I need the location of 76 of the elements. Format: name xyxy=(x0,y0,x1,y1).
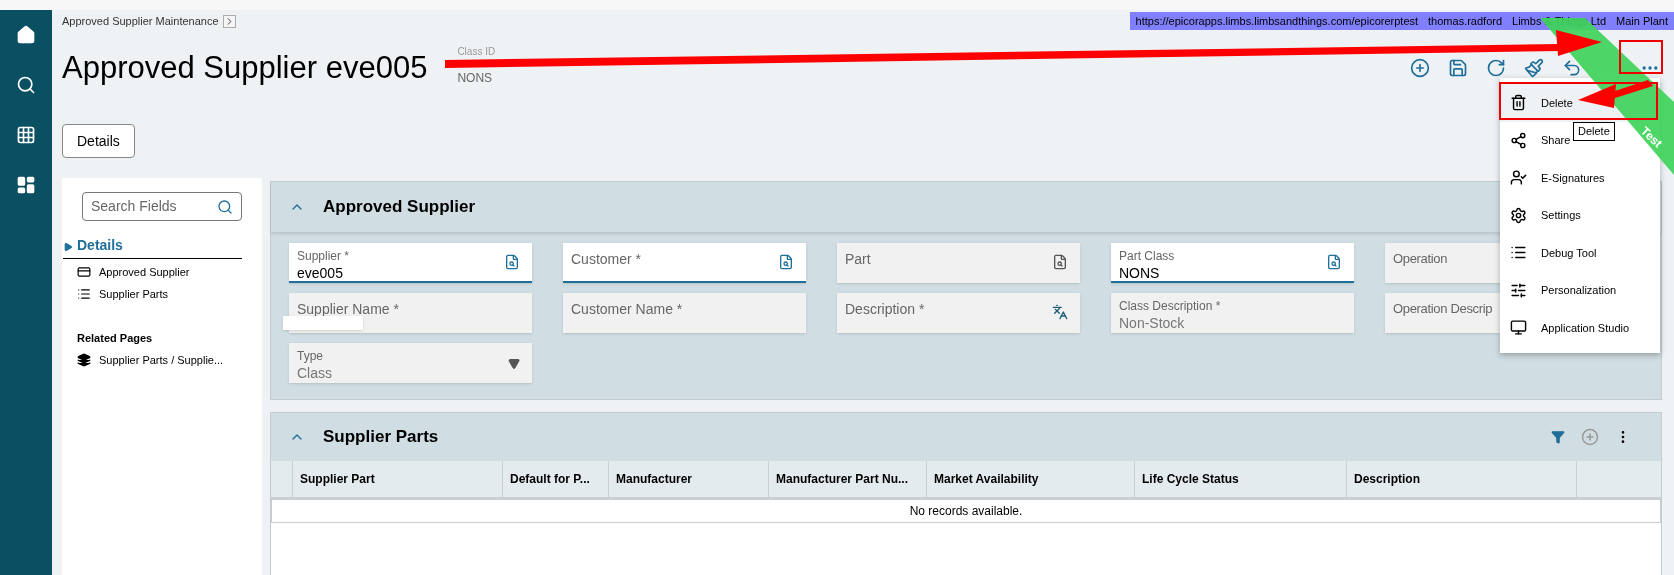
panel-title: Supplier Parts xyxy=(323,426,439,449)
lookup-icon[interactable] xyxy=(778,254,794,270)
settings-icon xyxy=(1510,206,1527,224)
section-link[interactable]: Supplier Parts xyxy=(99,285,169,302)
panel-title: Approved Supplier xyxy=(323,196,476,219)
page-title: Approved Supplier eve005 xyxy=(62,48,428,87)
column-header[interactable]: Manufacturer Part Nu... xyxy=(769,461,927,497)
input-field[interactable]: Supplier * eve005 xyxy=(289,243,532,283)
home-icon[interactable] xyxy=(16,25,36,45)
input-field[interactable]: Part Class NONS xyxy=(1111,243,1354,283)
menu-item[interactable]: Application Studio xyxy=(1500,309,1632,347)
field-label: Class Description * xyxy=(1119,298,1221,314)
input-field[interactable]: Customer * xyxy=(563,243,806,283)
dashboard-icon[interactable] xyxy=(16,175,36,195)
field-label: Customer * xyxy=(571,251,642,267)
empty-message: No records available. xyxy=(271,499,1661,523)
field-value: NONS xyxy=(457,69,494,87)
column-header[interactable]: Life Cycle Status xyxy=(1135,461,1347,497)
environment-info: Main Plant xyxy=(1616,13,1668,29)
menu-item[interactable]: Share xyxy=(1500,121,1573,159)
field-label: Description * xyxy=(845,301,925,317)
field-label: Operation xyxy=(1393,251,1448,267)
column-header[interactable]: Manufacturer xyxy=(609,461,769,497)
field-label: Part xyxy=(845,251,871,267)
tooltip: Delete xyxy=(1573,122,1615,141)
share-icon xyxy=(1510,131,1527,149)
environment-info: thomas.radford xyxy=(1428,13,1503,29)
search-icon[interactable] xyxy=(16,75,36,95)
undo-icon[interactable] xyxy=(1562,58,1582,78)
field-value: Class xyxy=(297,364,332,382)
breadcrumb-link[interactable]: Approved Supplier Maintenance xyxy=(62,12,219,30)
grid-icon[interactable] xyxy=(16,125,36,145)
brush-icon[interactable] xyxy=(1524,58,1544,78)
menu-item[interactable]: Personalization xyxy=(1500,271,1619,309)
details-button[interactable]: Details xyxy=(62,124,135,158)
lookup-icon[interactable] xyxy=(1326,254,1342,270)
menu-item[interactable]: Settings xyxy=(1500,196,1583,234)
section-link[interactable]: Approved Supplier xyxy=(99,264,190,281)
field-label: Supplier * xyxy=(297,248,350,264)
sliders-icon xyxy=(1510,281,1527,299)
current-marker-icon xyxy=(63,241,73,252)
search-placeholder: Search Fields xyxy=(91,197,177,216)
lookup-icon[interactable] xyxy=(504,254,520,270)
chevron-right-icon[interactable] xyxy=(222,14,236,28)
related-page-link[interactable]: Supplier Parts / Supplie... xyxy=(99,351,224,368)
column-header[interactable]: Market Availability xyxy=(927,461,1135,497)
monitor-icon xyxy=(1510,319,1527,337)
highlight-frame xyxy=(1619,40,1663,74)
card-icon xyxy=(77,265,91,280)
user-check-icon xyxy=(1510,169,1527,187)
search-icon xyxy=(217,198,233,215)
column-header[interactable]: Default for P... xyxy=(503,461,609,497)
add-icon[interactable] xyxy=(1410,58,1430,78)
field-label: Supplier Name * xyxy=(297,301,399,317)
menu-item[interactable]: E-Signatures xyxy=(1500,159,1607,197)
save-icon[interactable] xyxy=(1448,58,1468,78)
field-label: Class ID xyxy=(457,44,496,59)
related-pages-heading: Related Pages xyxy=(77,331,154,346)
list-icon xyxy=(77,286,91,301)
pages-icon xyxy=(77,352,91,367)
menu-item[interactable]: Debug Tool xyxy=(1500,234,1599,272)
environment-info: https://epicorapps.limbs.limbsandthings.com/epicorerptest xyxy=(1135,13,1419,29)
column-header[interactable]: Description xyxy=(1347,461,1577,497)
search-field[interactable]: Search Fields xyxy=(82,192,242,221)
field-label: Type xyxy=(297,348,324,364)
field-value: eve005 xyxy=(297,264,344,282)
field-label: Operation Descrip xyxy=(1393,301,1493,317)
field-label: Customer Name * xyxy=(571,301,683,317)
refresh-icon[interactable] xyxy=(1486,58,1506,78)
field-value: NONS xyxy=(1119,264,1161,282)
field-label: Part Class xyxy=(1119,248,1175,264)
filter-icon[interactable] xyxy=(1551,430,1565,444)
column-header[interactable]: Supplier Part xyxy=(293,461,503,497)
section-link[interactable]: Details xyxy=(77,235,123,258)
trash-icon xyxy=(1510,94,1527,112)
field-value: Non-Stock xyxy=(1119,314,1186,332)
